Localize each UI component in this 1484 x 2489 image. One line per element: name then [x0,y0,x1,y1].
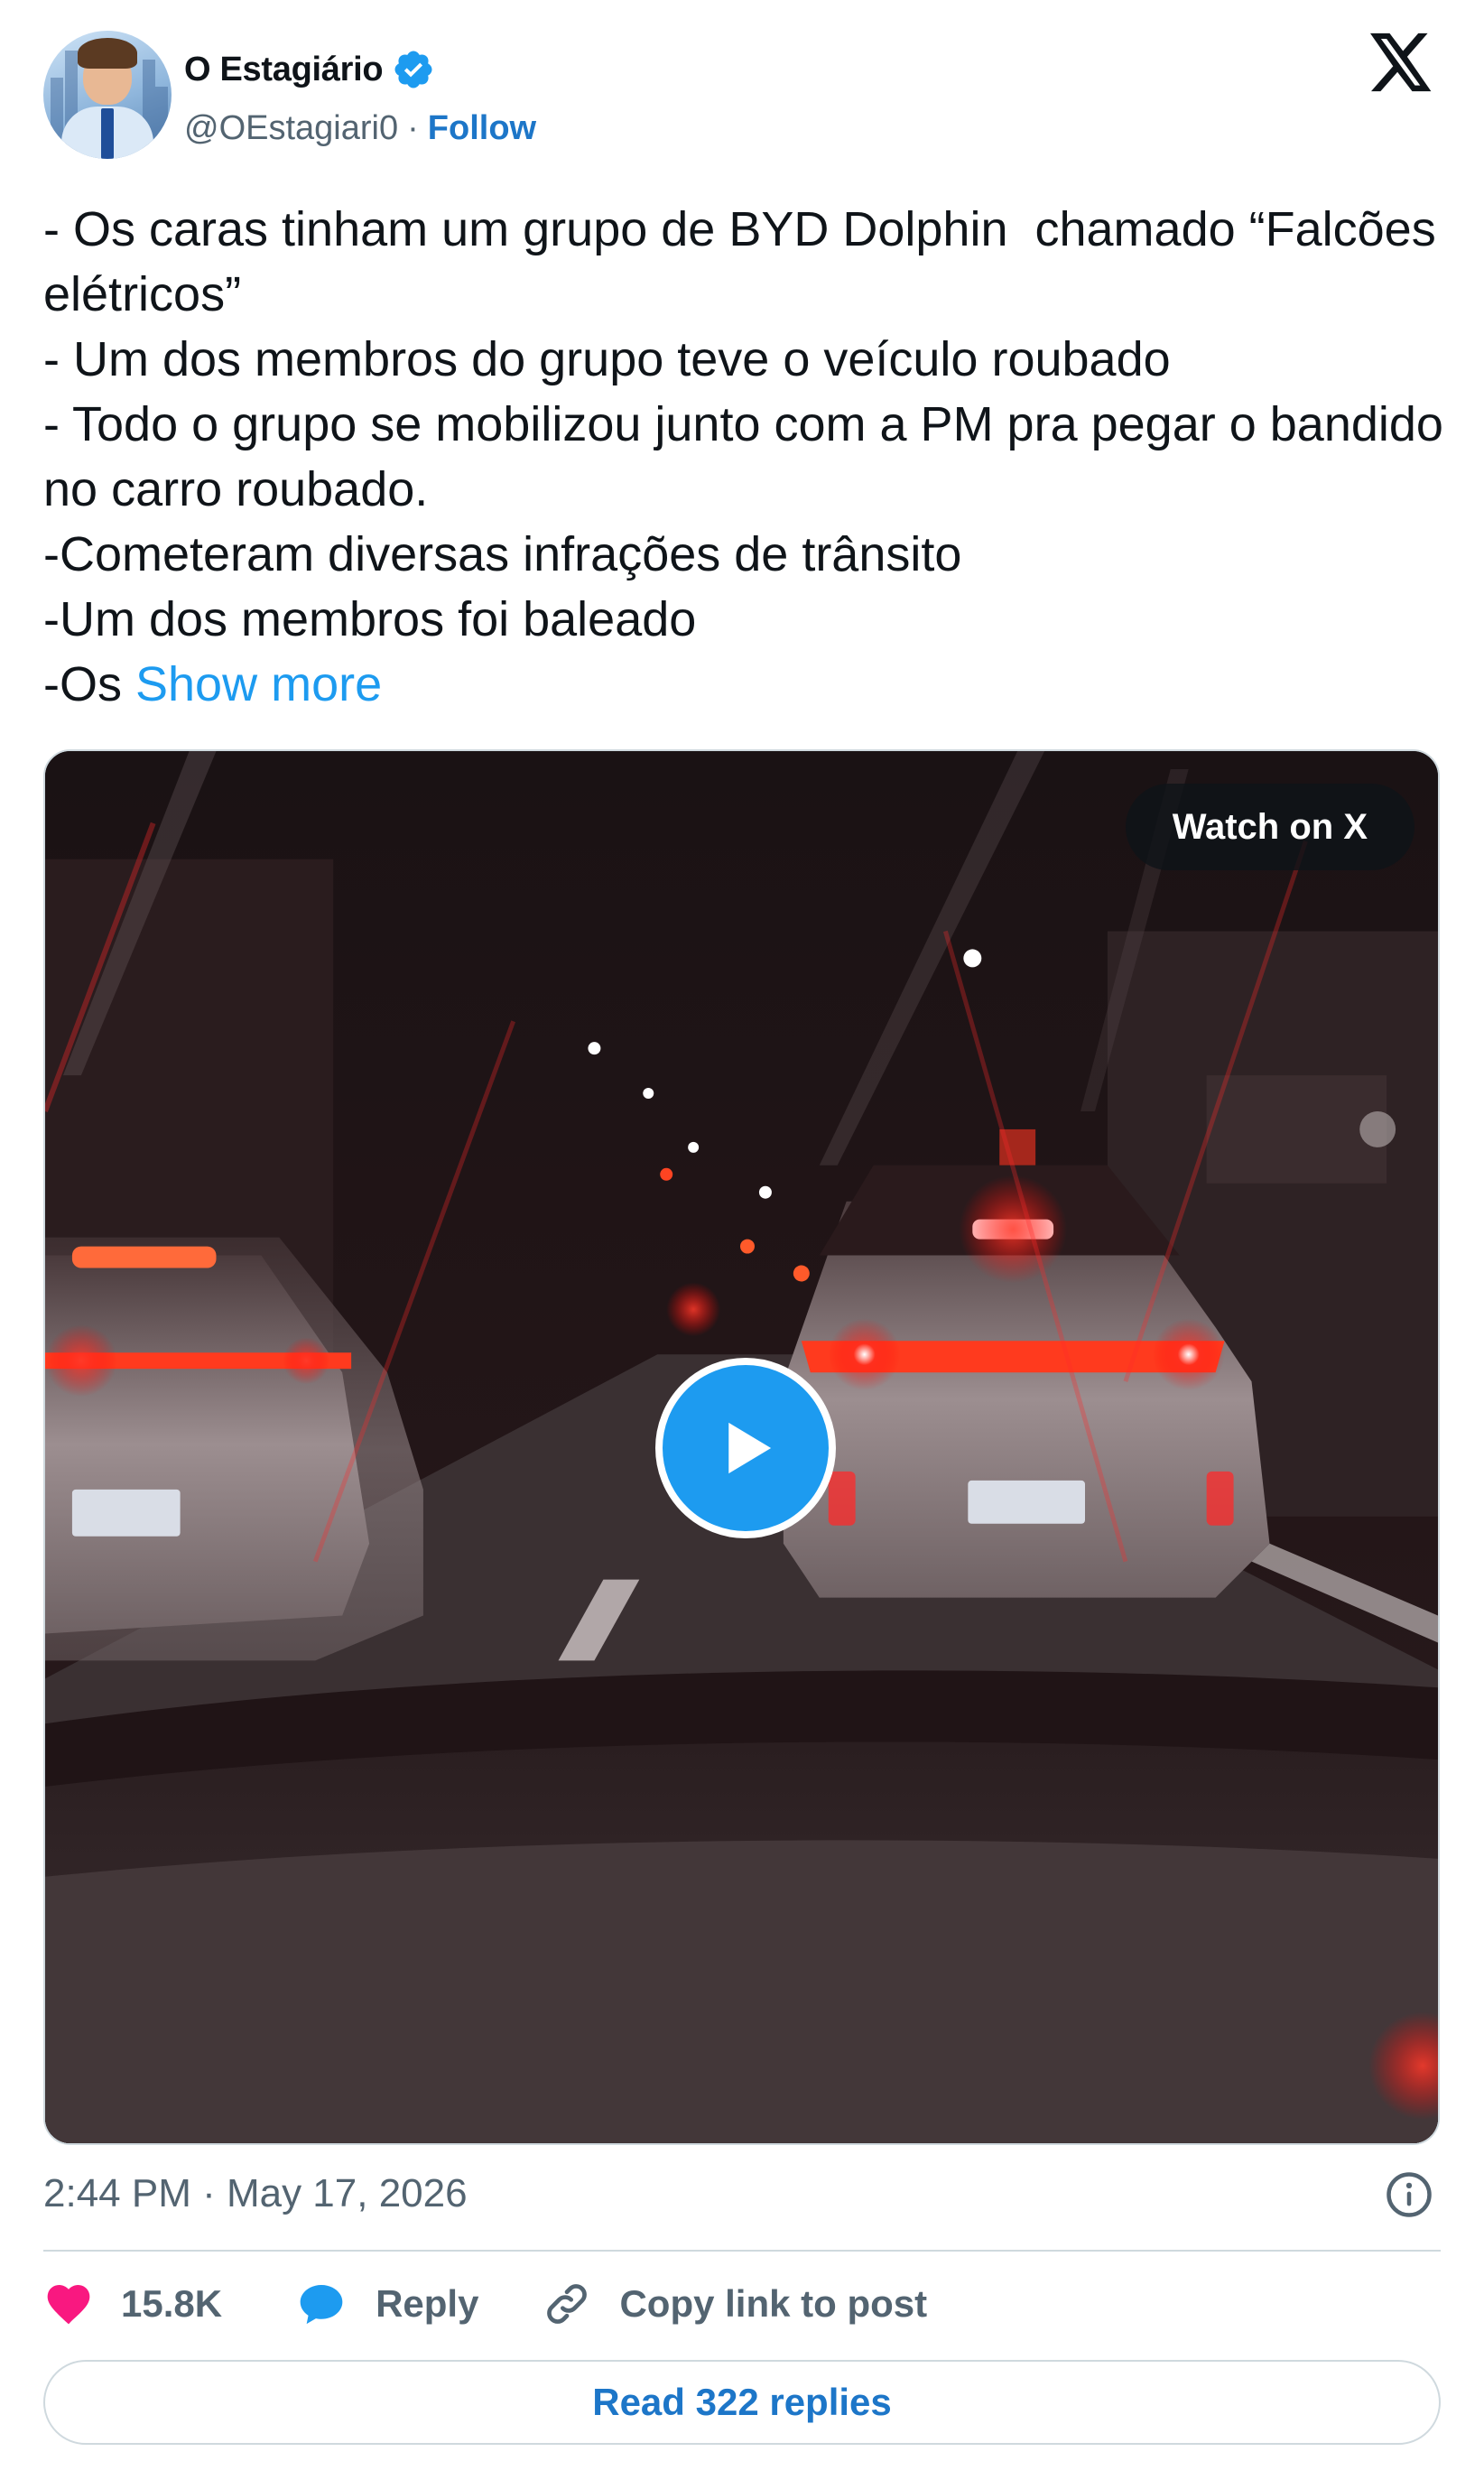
copy-link-label: Copy link to post [619,2282,928,2325]
read-replies-button[interactable]: Read 322 replies [43,2360,1441,2445]
separator-dot: · [407,108,419,147]
heart-icon [47,2285,90,2325]
verified-badge-icon [394,51,432,88]
copy-link-button[interactable]: Copy link to post [542,2279,927,2329]
author-handle-row: @OEstagiari0 · Follow [184,105,536,152]
tweet-embed-card: O Estagiário @OEstagiari0 · Follow - Os … [0,0,1484,2489]
info-icon[interactable] [1385,2170,1433,2219]
tweet-timestamp[interactable]: 2:44 PM · May 17, 2026 [43,2167,468,2221]
reply-button[interactable]: Reply [294,2279,478,2329]
reply-label: Reply [376,2282,479,2325]
link-icon [547,2284,588,2324]
play-button[interactable] [655,1358,836,1538]
avatar[interactable] [43,31,172,159]
author-name[interactable]: O Estagiário [184,51,384,89]
reply-bubble-icon [300,2285,343,2325]
tweet-body: - Os caras tinham um grupo de BYD Dolphi… [43,202,1443,711]
tweet-text: - Os caras tinham um grupo de BYD Dolphi… [43,197,1452,717]
watch-on-x-button[interactable]: Watch on X [1125,784,1414,870]
like-button[interactable]: 15.8K [43,2279,222,2329]
x-logo-icon[interactable] [1370,33,1433,92]
play-icon [728,1422,772,1474]
like-count: 15.8K [121,2282,223,2325]
show-more-link[interactable]: Show more [135,657,382,711]
tweet-header: O Estagiário @OEstagiari0 · Follow [43,31,1441,166]
author-handle[interactable]: @OEstagiari0 [184,109,398,148]
follow-link[interactable]: Follow [428,109,536,148]
divider [43,2250,1441,2252]
author-name-row: O Estagiário [184,45,435,94]
video-player[interactable]: Watch on X [43,749,1440,2145]
action-bar: 15.8K Reply Copy link to post [43,2275,927,2333]
